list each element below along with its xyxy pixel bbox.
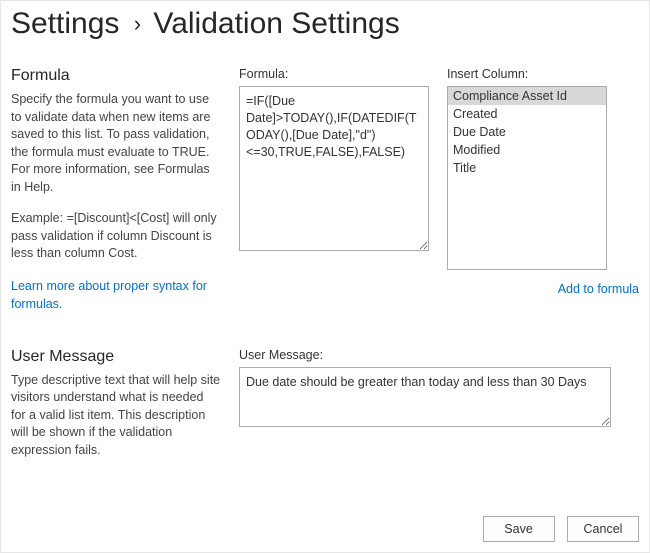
save-button[interactable]: Save <box>483 516 555 542</box>
chevron-right-icon: › <box>134 11 141 37</box>
formula-section-title: Formula <box>11 67 221 85</box>
user-message-label: User Message: <box>239 348 639 362</box>
validation-settings-page: Settings › Validation Settings Formula S… <box>0 0 650 553</box>
user-message-input-panel: User Message: <box>239 348 639 460</box>
insert-column-option[interactable]: Created <box>448 105 606 123</box>
breadcrumb-root-link[interactable]: Settings <box>11 7 119 40</box>
insert-column-list[interactable]: Compliance Asset IdCreatedDue DateModifi… <box>447 86 607 270</box>
button-bar: Save Cancel <box>475 516 639 542</box>
insert-column-option[interactable]: Title <box>448 159 606 177</box>
insert-column-panel: Insert Column: Compliance Asset IdCreate… <box>447 67 639 314</box>
formula-input[interactable] <box>239 86 429 251</box>
insert-column-option[interactable]: Modified <box>448 141 606 159</box>
cancel-button[interactable]: Cancel <box>567 516 639 542</box>
user-message-help-panel: User Message Type descriptive text that … <box>11 348 221 460</box>
user-message-input[interactable] <box>239 367 611 427</box>
formula-example: Example: =[Discount]<[Cost] will only pa… <box>11 210 221 263</box>
user-message-row: User Message Type descriptive text that … <box>11 348 639 460</box>
breadcrumb-current: Validation Settings <box>153 7 399 40</box>
formula-help-panel: Formula Specify the formula you want to … <box>11 67 221 314</box>
formula-help-link[interactable]: Learn more about proper syntax for formu… <box>11 279 207 312</box>
breadcrumb: Settings › Validation Settings <box>11 7 639 41</box>
formula-input-panel: Formula: <box>239 67 429 314</box>
user-message-description: Type descriptive text that will help sit… <box>11 372 221 460</box>
formula-description: Specify the formula you want to use to v… <box>11 91 221 196</box>
formula-row: Formula Specify the formula you want to … <box>11 67 639 314</box>
user-message-section-title: User Message <box>11 348 221 366</box>
insert-column-label: Insert Column: <box>447 67 639 81</box>
insert-column-option[interactable]: Compliance Asset Id <box>448 87 606 105</box>
add-to-formula-link[interactable]: Add to formula <box>558 282 639 296</box>
insert-column-option[interactable]: Due Date <box>448 123 606 141</box>
formula-label: Formula: <box>239 67 429 81</box>
